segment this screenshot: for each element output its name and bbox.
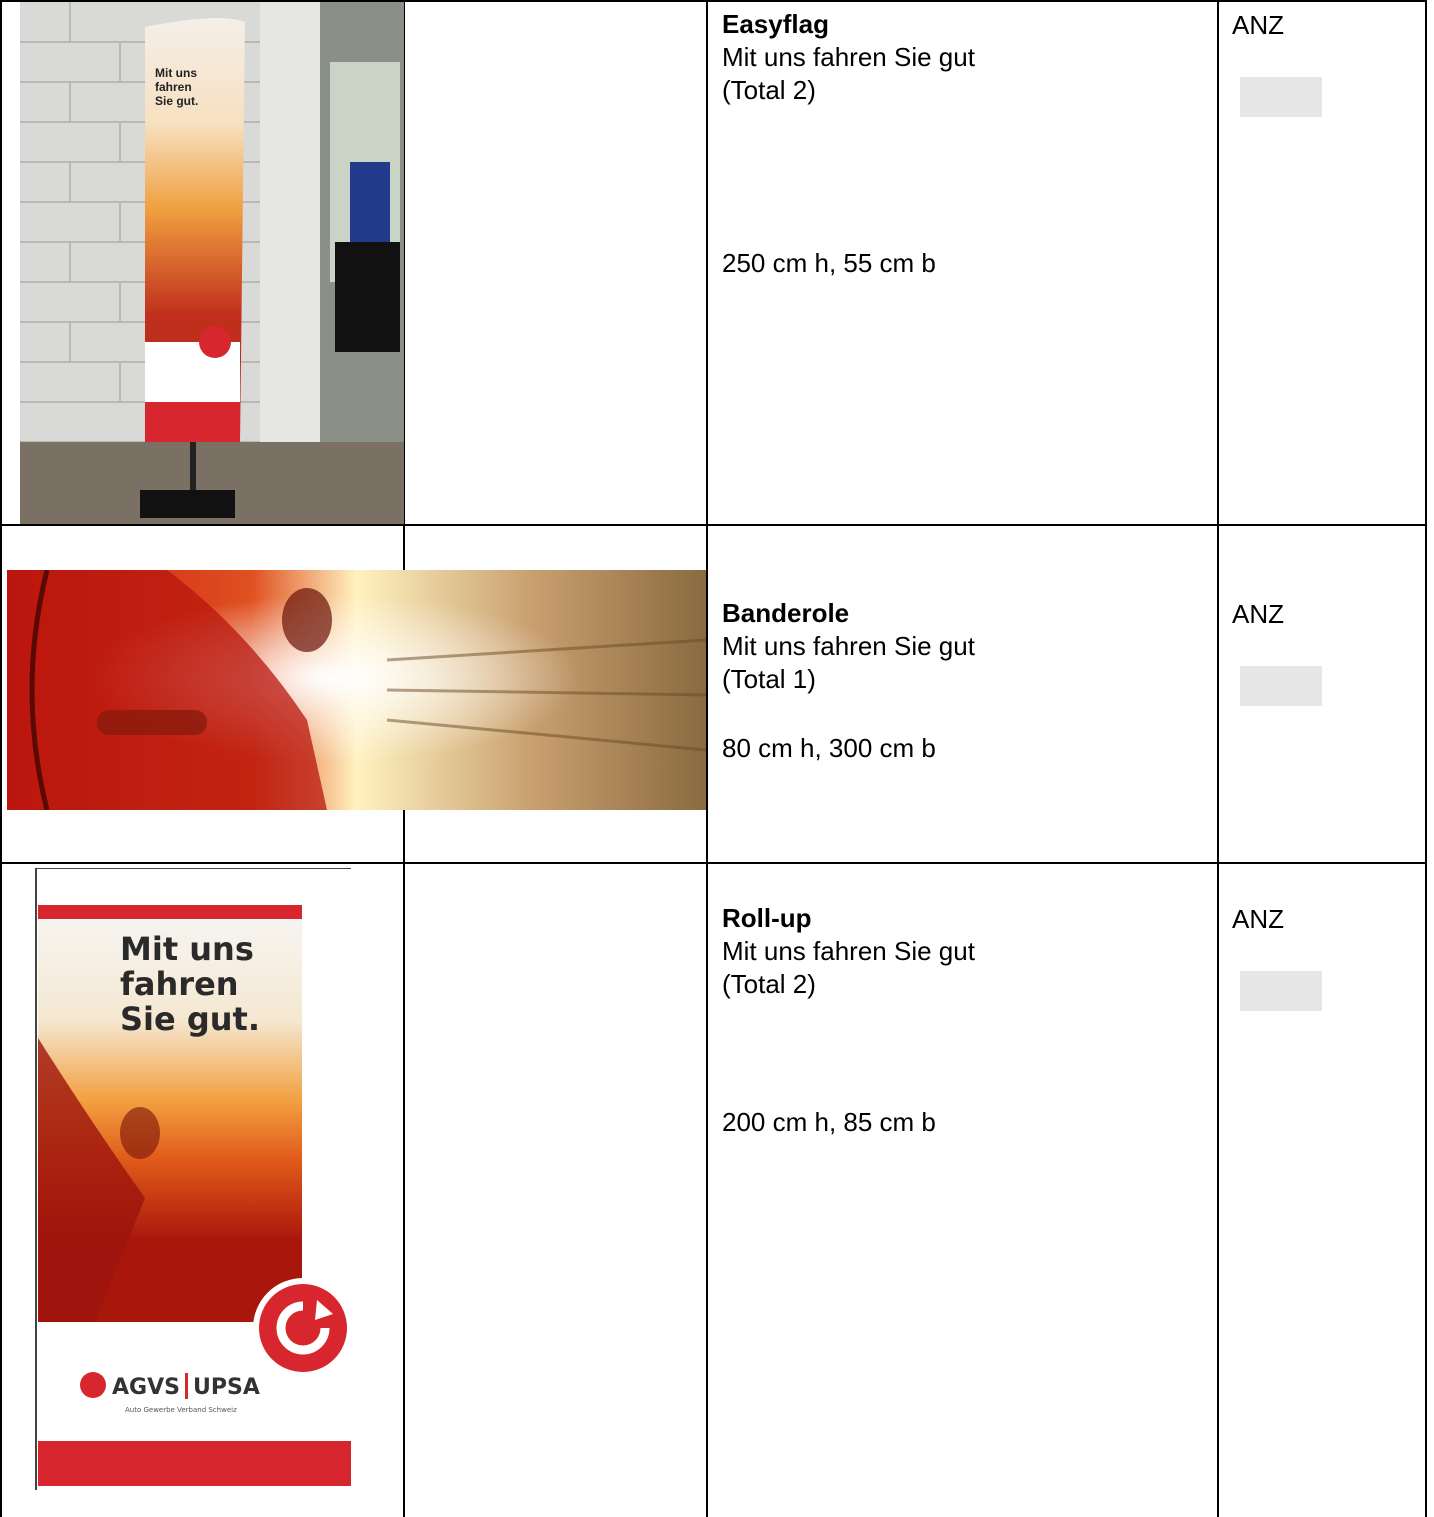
- product-slogan: Mit uns fahren Sie gut: [722, 631, 975, 661]
- product-dimensions: 200 cm h, 85 cm b: [722, 1107, 936, 1137]
- product-total: (Total 2): [722, 75, 816, 105]
- product-slogan: Mit uns fahren Sie gut: [722, 42, 975, 72]
- product-total: (Total 2): [722, 969, 816, 999]
- table-divider-col3: [1217, 0, 1219, 1517]
- product-description: Roll-up Mit uns fahren Sie gut (Total 2): [722, 902, 975, 1001]
- table-border-right: [1425, 0, 1427, 1517]
- quantity-label: ANZ: [1232, 599, 1284, 629]
- quantity-label: ANZ: [1232, 904, 1284, 934]
- product-title: Roll-up: [722, 903, 812, 933]
- quantity-input[interactable]: [1240, 666, 1322, 706]
- table-divider-col2: [706, 0, 708, 1517]
- product-total: (Total 1): [722, 664, 816, 694]
- rollup-logo-agvs: AGVS: [112, 1375, 180, 1400]
- product-dimensions: 250 cm h, 55 cm b: [722, 248, 936, 278]
- quantity-input[interactable]: [1240, 77, 1322, 117]
- table-border-left: [0, 0, 2, 1517]
- rollup-logo-upsa: UPSA: [193, 1375, 260, 1400]
- banderole-image: [7, 570, 706, 810]
- product-description: Easyflag Mit uns fahren Sie gut (Total 2…: [722, 8, 975, 107]
- quantity-input[interactable]: [1240, 971, 1322, 1011]
- product-title: Banderole: [722, 598, 850, 628]
- rollup-slogan-line3: Sie gut.: [120, 1000, 260, 1038]
- row-divider-2: [0, 862, 1427, 864]
- easyflag-photo: Mit uns fahren Sie gut.: [20, 2, 404, 524]
- rollup-slogan-line1: Mit uns: [120, 930, 254, 968]
- product-title: Easyflag: [722, 9, 829, 39]
- quantity-label: ANZ: [1232, 10, 1284, 40]
- svg-text:fahren: fahren: [155, 80, 192, 94]
- row-divider-1: [0, 524, 1427, 526]
- svg-text:Sie gut.: Sie gut.: [155, 94, 198, 108]
- rollup-image: Mit uns fahren Sie gut. AGVS UPSA Auto G…: [35, 868, 351, 1490]
- product-dimensions: 80 cm h, 300 cm b: [722, 733, 936, 763]
- rollup-logo-subtitle: Auto Gewerbe Verband Schweiz: [125, 1406, 237, 1414]
- svg-text:Mit uns: Mit uns: [155, 66, 197, 80]
- product-slogan: Mit uns fahren Sie gut: [722, 936, 975, 966]
- product-description: Banderole Mit uns fahren Sie gut (Total …: [722, 597, 975, 696]
- rollup-slogan-line2: fahren: [120, 965, 239, 1003]
